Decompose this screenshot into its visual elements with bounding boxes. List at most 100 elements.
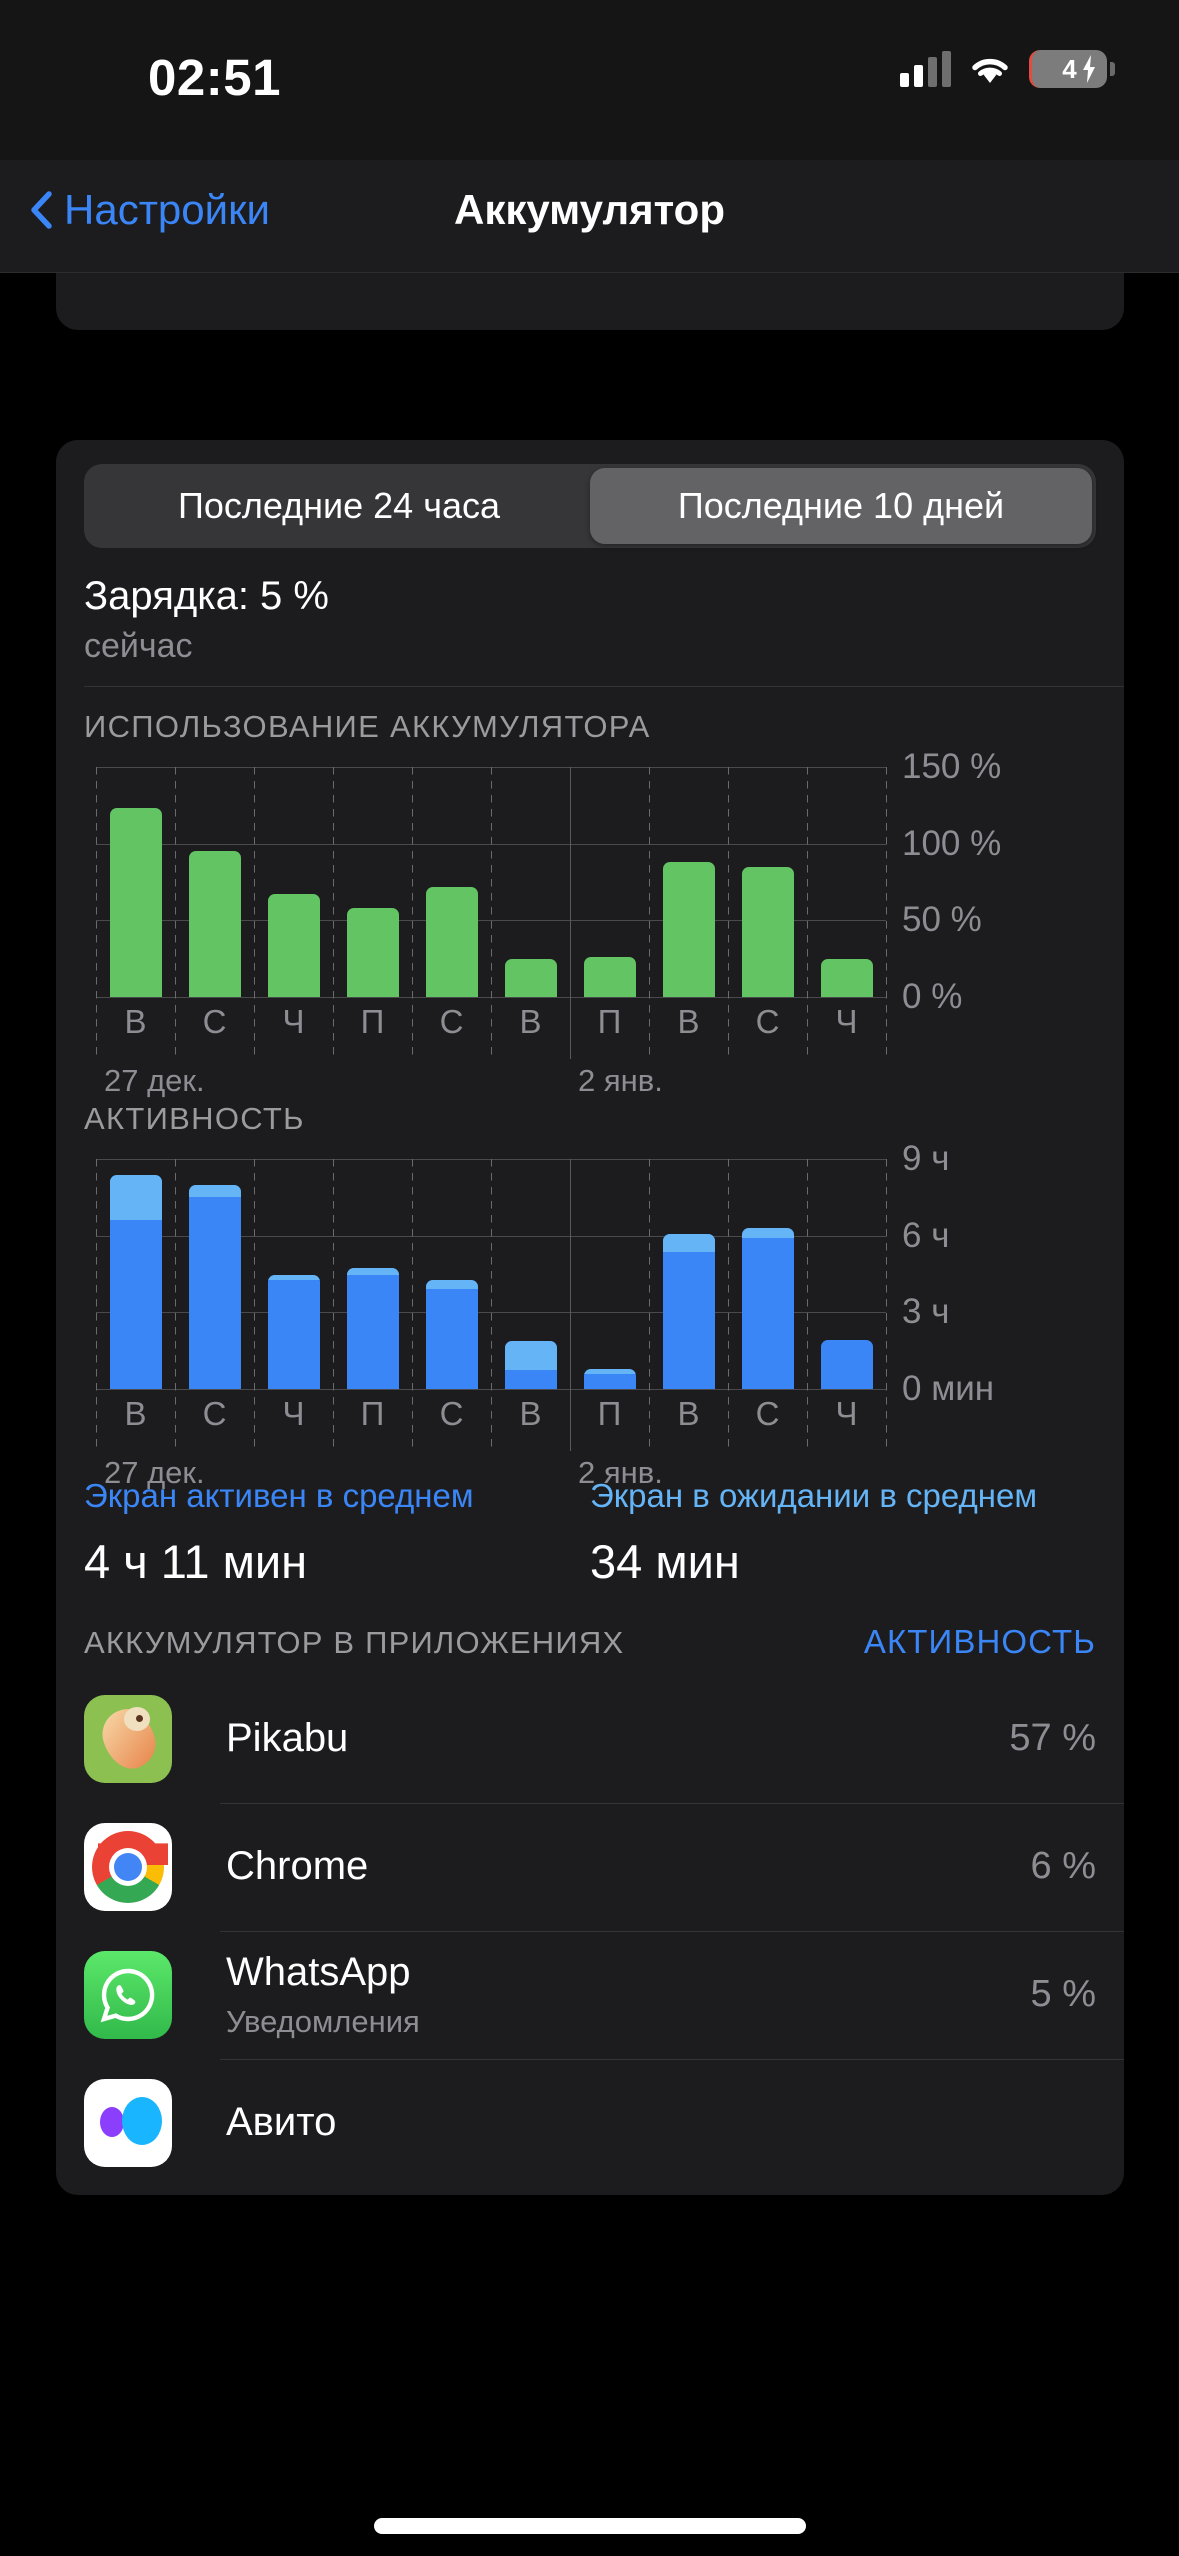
x-axis-tick-label: С: [439, 1395, 464, 1432]
battery-level-text: 4: [1062, 54, 1077, 84]
activity-chart-section: АКТИВНОСТЬ 9 ч 6 ч 3 ч 0 мин В С Ч П С В П В С Ч 27 …: [56, 1057, 1124, 1490]
x-axis-tick-label: С: [202, 1003, 227, 1040]
segment-last-10-days[interactable]: Последние 10 дней: [590, 468, 1092, 544]
x-axis-tick-label: В: [519, 1395, 542, 1432]
app-name: Pikabu: [226, 1716, 349, 1761]
bar-column[interactable]: [254, 1159, 333, 1389]
bar-column[interactable]: [649, 1159, 728, 1389]
bar-column[interactable]: [412, 767, 491, 997]
bar: [820, 1339, 873, 1389]
y-axis-tick-label: 0 мин: [902, 1369, 995, 1408]
cellular-signal-icon: [900, 51, 951, 87]
chrome-app-icon: [84, 1822, 172, 1911]
date-label: 27 дек.: [104, 1455, 205, 1490]
x-axis-tick-label: П: [360, 1003, 385, 1040]
app-name: Chrome: [226, 1844, 369, 1889]
wifi-icon: [969, 53, 1011, 85]
bar-column[interactable]: [728, 1159, 807, 1389]
bar: [109, 808, 162, 997]
bar: [741, 866, 794, 997]
bar-column[interactable]: [175, 1159, 254, 1389]
app-row-whatsapp[interactable]: WhatsApp Уведомления 5 %: [56, 1930, 1124, 2059]
activity-chart-title: АКТИВНОСТЬ: [84, 1101, 305, 1136]
bar-column[interactable]: [96, 767, 175, 997]
bar-column[interactable]: [333, 767, 412, 997]
bar-column[interactable]: [570, 1159, 649, 1389]
bar: [267, 894, 320, 997]
apps-activity-toggle[interactable]: АКТИВНОСТЬ: [864, 1623, 1096, 1661]
x-axis-tick-label: П: [360, 1395, 385, 1432]
bar-column[interactable]: [807, 767, 886, 997]
battery-usage-plot[interactable]: 150 % 100 % 50 % 0 % В С Ч П С В П В С Ч 27 дек. 2 ян…: [84, 747, 1124, 1098]
bar-column[interactable]: [254, 767, 333, 997]
battery-usage-chart-title: ИСПОЛЬЗОВАНИЕ АККУМУЛЯТОРА: [84, 709, 651, 744]
battery-usage-y-axis: 150 % 100 % 50 % 0 %: [902, 747, 1112, 1016]
x-axis-tick-label: В: [124, 1003, 147, 1040]
charge-level-text: Зарядка: 5 %: [84, 574, 329, 618]
bar-column[interactable]: [649, 767, 728, 997]
whatsapp-app-icon: [84, 1950, 172, 2039]
bar: [504, 958, 557, 997]
battery-usage-x-axis: ВСЧПСВПВСЧ: [96, 1003, 886, 1041]
date-label: 2 янв.: [578, 1063, 663, 1098]
scroll-content[interactable]: Последние 24 часа Последние 10 дней Заря…: [0, 273, 1179, 2556]
bar-column[interactable]: [333, 1159, 412, 1389]
activity-y-axis: 9 ч 6 ч 3 ч 0 мин: [902, 1139, 1112, 1408]
bar-column[interactable]: [807, 1159, 886, 1389]
bar: [504, 1340, 557, 1389]
date-label: 27 дек.: [104, 1063, 205, 1098]
x-axis-tick-label: В: [677, 1395, 700, 1432]
bar-column[interactable]: [175, 767, 254, 997]
bar: [662, 862, 715, 997]
screen-standby-value: 34 мин: [590, 1534, 740, 1588]
x-axis-tick-label: С: [202, 1395, 227, 1432]
bar: [741, 1228, 794, 1389]
bar-column[interactable]: [491, 1159, 570, 1389]
y-axis-tick-label: 3 ч: [902, 1292, 950, 1332]
status-bar-indicators: 4: [900, 50, 1115, 88]
activity-plot[interactable]: 9 ч 6 ч 3 ч 0 мин В С Ч П С В П В С Ч 27 дек. 2 янв.: [84, 1139, 1124, 1490]
gridline-vertical: [886, 1159, 887, 1451]
app-text: Авито: [226, 2100, 1096, 2145]
status-bar: 02:51 4: [0, 0, 1179, 160]
charge-time-text: сейчас: [84, 627, 193, 665]
app-percent: 5 %: [1030, 1973, 1096, 2016]
y-axis-tick-label: 50 %: [902, 900, 982, 940]
app-text: Pikabu: [226, 1716, 1009, 1761]
x-axis-tick-label: С: [755, 1395, 780, 1432]
app-row-pikabu[interactable]: Pikabu 57 %: [56, 1675, 1124, 1803]
time-range-segmented-control[interactable]: Последние 24 часа Последние 10 дней: [84, 464, 1096, 548]
bar-segment-standby: [267, 1274, 320, 1281]
gridline-vertical: [886, 767, 887, 1059]
bar: [346, 1268, 399, 1389]
previous-card-edge: [56, 273, 1124, 330]
bar-column[interactable]: [412, 1159, 491, 1389]
y-axis-tick-label: 0 %: [902, 977, 963, 1016]
bar-column[interactable]: [570, 767, 649, 997]
home-indicator[interactable]: [373, 2518, 806, 2534]
charge-status-block: Зарядка: 5 % сейчас: [56, 548, 1124, 686]
bar: [267, 1274, 320, 1389]
x-axis-tick-label: В: [677, 1003, 700, 1040]
screen-active-value: 4 ч 11 мин: [84, 1534, 308, 1588]
bar-column[interactable]: [491, 767, 570, 997]
date-label: 2 янв.: [578, 1455, 663, 1490]
x-axis-tick-label: В: [519, 1003, 542, 1040]
x-axis-tick-label: Ч: [835, 1395, 858, 1432]
app-row-avito[interactable]: Авито: [56, 2058, 1124, 2187]
bar-column[interactable]: [96, 1159, 175, 1389]
bar-segment-standby: [109, 1175, 162, 1221]
segment-last-24-hours[interactable]: Последние 24 часа: [88, 468, 590, 544]
app-name: WhatsApp: [226, 1949, 411, 1994]
bar: [583, 1369, 636, 1389]
bar-segment-standby: [741, 1228, 794, 1239]
battery-usage-card: Последние 24 часа Последние 10 дней Заря…: [56, 440, 1124, 2195]
screen-active-average: Экран активен в среднем 4 ч 11 мин: [84, 1477, 590, 1589]
apps-section-header: АККУМУЛЯТОР В ПРИЛОЖЕНИЯХ АКТИВНОСТЬ: [56, 1589, 1124, 1675]
navigation-bar: Настройки Аккумулятор: [0, 160, 1179, 273]
app-percent: 57 %: [1009, 1717, 1096, 1760]
bar-column[interactable]: [728, 767, 807, 997]
bar-segment-standby: [583, 1369, 636, 1374]
app-row-chrome[interactable]: Chrome 6 %: [56, 1802, 1124, 1931]
bar-group: [96, 767, 886, 997]
